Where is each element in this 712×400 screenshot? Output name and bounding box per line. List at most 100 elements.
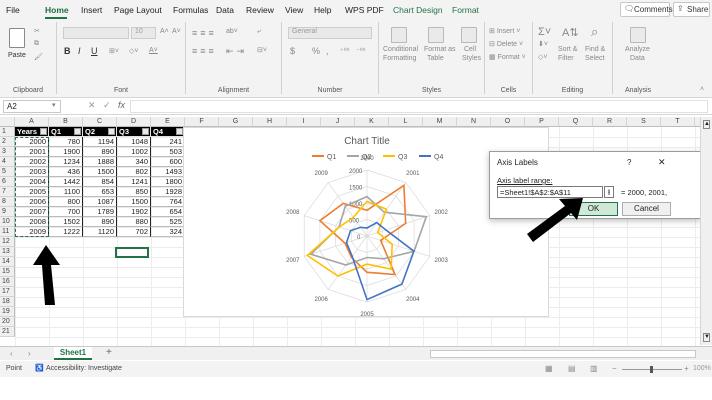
column-header[interactable]: R	[593, 117, 627, 127]
horizontal-scrollbar[interactable]	[430, 350, 696, 358]
filter-dropdown-icon[interactable]	[176, 128, 183, 135]
cancel-edit-icon[interactable]: ✕	[88, 100, 96, 111]
collapse-ribbon-icon[interactable]: ˄	[700, 86, 704, 93]
table-cell[interactable]: 1087	[83, 197, 117, 207]
increase-font-icon[interactable]: A˄	[160, 28, 169, 35]
find-label[interactable]: Find &	[585, 46, 605, 53]
currency-button[interactable]: $	[290, 46, 295, 56]
cell-label[interactable]: Cell	[464, 46, 476, 53]
table-cell[interactable]: 780	[49, 137, 83, 147]
column-header[interactable]: Q	[559, 117, 593, 127]
copy-icon[interactable]: ⧉	[34, 40, 39, 48]
cancel-button[interactable]: Cancel	[622, 202, 671, 216]
format-as-table-icon[interactable]	[428, 27, 444, 43]
increase-decimal-icon[interactable]: ⁺⁰⁰	[340, 47, 349, 55]
add-sheet-button[interactable]: +	[106, 347, 112, 358]
filter-label[interactable]: Filter	[558, 55, 574, 62]
row-header[interactable]: 9	[0, 207, 15, 217]
column-header[interactable]: P	[525, 117, 559, 127]
column-header[interactable]: M	[423, 117, 457, 127]
find-select-icon[interactable]: ⌕	[591, 24, 598, 40]
comments-button[interactable]: 🗨 Comments	[620, 2, 673, 17]
bold-button[interactable]: B	[64, 46, 71, 56]
fill-icon[interactable]: ⬇˅	[538, 40, 548, 48]
merge-icon[interactable]: ⊟˅	[257, 46, 267, 54]
number-format-combo[interactable]: General	[288, 27, 372, 39]
column-header[interactable]: D	[117, 117, 151, 127]
row-header[interactable]: 3	[0, 147, 15, 157]
row-header[interactable]: 19	[0, 307, 15, 317]
insert-cells-button[interactable]: ⊞ Insert ˅	[489, 27, 520, 35]
accessibility-status[interactable]: Accessibility: Investigate	[46, 365, 122, 372]
row-header[interactable]: 6	[0, 177, 15, 187]
zoom-in-icon[interactable]: +	[684, 364, 689, 373]
row-header[interactable]: 10	[0, 217, 15, 227]
menu-file[interactable]: File	[6, 5, 20, 15]
borders-icon[interactable]: ⊞˅	[109, 47, 119, 55]
row-header[interactable]: 8	[0, 197, 15, 207]
zoom-level[interactable]: 100%	[693, 365, 711, 372]
table-cell[interactable]: 890	[83, 217, 117, 227]
table-cell[interactable]: 1241	[117, 177, 151, 187]
filter-dropdown-icon[interactable]	[40, 128, 47, 135]
collapse-dialog-icon[interactable]: ⭱	[604, 186, 614, 198]
row-header[interactable]: 14	[0, 257, 15, 267]
table-label[interactable]: Table	[427, 55, 444, 62]
table-cell[interactable]: 653	[83, 187, 117, 197]
row-header[interactable]: 2	[0, 137, 15, 147]
filter-dropdown-icon[interactable]	[74, 128, 81, 135]
formula-input[interactable]	[130, 100, 708, 113]
row-header[interactable]: 15	[0, 267, 15, 277]
menu-formulas[interactable]: Formulas	[173, 5, 208, 15]
format-as-label[interactable]: Format as	[424, 46, 456, 53]
column-header[interactable]: O	[491, 117, 525, 127]
row-header[interactable]: 13	[0, 247, 15, 257]
format-cells-button[interactable]: ▦ Format ˅	[489, 53, 526, 61]
comma-button[interactable]: ,	[326, 46, 329, 56]
data-label[interactable]: Data	[630, 55, 645, 62]
align-top-icons[interactable]: ≡≡≡	[192, 28, 217, 38]
cell-styles-label[interactable]: Styles	[462, 55, 481, 62]
delete-cells-button[interactable]: ⊟ Delete ˅	[489, 40, 523, 48]
column-header[interactable]: N	[457, 117, 491, 127]
clear-icon[interactable]: ◇˅	[538, 53, 547, 61]
selected-cell[interactable]	[115, 247, 149, 258]
table-cell[interactable]: 1900	[49, 147, 83, 157]
table-cell[interactable]: 324	[151, 227, 185, 237]
cell-styles-icon[interactable]	[461, 27, 477, 43]
paste-icon[interactable]	[9, 28, 25, 48]
autosum-icon[interactable]: Σ˅	[538, 26, 551, 38]
sort-filter-icon[interactable]: A⇅	[562, 26, 579, 39]
row-header[interactable]: 18	[0, 297, 15, 307]
underline-button[interactable]: U	[91, 46, 98, 56]
table-cell[interactable]: 880	[117, 217, 151, 227]
analyze-data-icon[interactable]	[630, 27, 646, 43]
table-cell[interactable]: 1442	[49, 177, 83, 187]
row-header[interactable]: 5	[0, 167, 15, 177]
font-color-icon[interactable]: A˅	[149, 47, 158, 54]
table-cell[interactable]: 1002	[117, 147, 151, 157]
row-header[interactable]: 1	[0, 127, 15, 137]
row-header[interactable]: 17	[0, 287, 15, 297]
table-cell[interactable]: 800	[49, 197, 83, 207]
table-cell[interactable]: 890	[83, 147, 117, 157]
column-header[interactable]: C	[83, 117, 117, 127]
table-cell[interactable]: 1789	[83, 207, 117, 217]
column-header[interactable]: F	[185, 117, 219, 127]
conditional-label[interactable]: Conditional	[383, 46, 418, 53]
close-button[interactable]: ✕	[658, 157, 666, 168]
menu-view[interactable]: View	[285, 5, 303, 15]
table-header-cell[interactable]: Years	[15, 127, 49, 137]
share-button[interactable]: ⇪ Share	[673, 2, 710, 17]
cut-icon[interactable]: ✂	[34, 27, 40, 35]
row-header[interactable]: 7	[0, 187, 15, 197]
table-cell[interactable]: 702	[117, 227, 151, 237]
normal-view-icon[interactable]: ▦	[545, 364, 553, 373]
help-button[interactable]: ?	[627, 158, 631, 167]
row-header[interactable]: 4	[0, 157, 15, 167]
table-cell[interactable]: 802	[117, 167, 151, 177]
confirm-edit-icon[interactable]: ✓	[103, 100, 111, 111]
zoom-slider-thumb[interactable]	[650, 366, 653, 373]
column-header[interactable]: L	[389, 117, 423, 127]
menu-home[interactable]: Home	[45, 5, 69, 15]
